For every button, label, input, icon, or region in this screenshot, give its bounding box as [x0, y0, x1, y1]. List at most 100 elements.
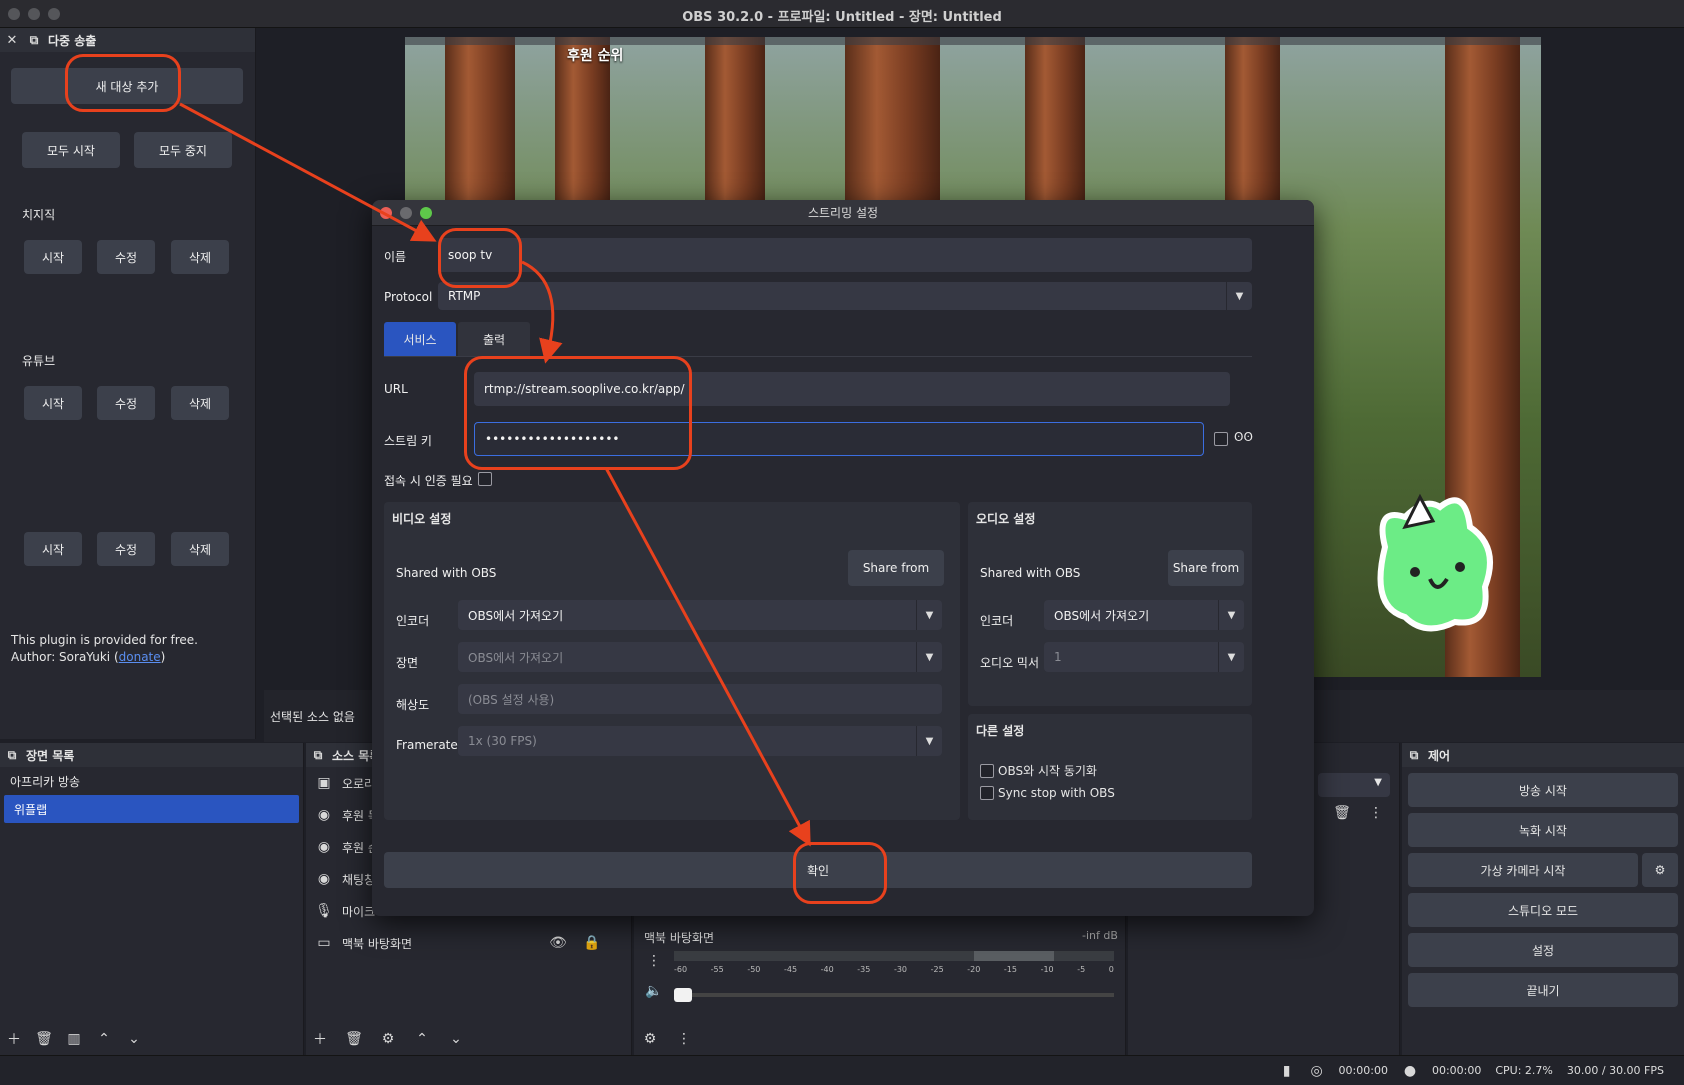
audio-encoder-select[interactable]: OBS에서 가져오기 ▼ [1044, 600, 1244, 630]
mixer-level: -inf dB [1082, 929, 1118, 942]
chevron-up-icon[interactable]: ⌃ [96, 1031, 112, 1047]
add-icon[interactable]: ＋ [312, 1031, 328, 1048]
trash-icon[interactable]: 🗑 [345, 1031, 363, 1047]
globe-icon: ◉ [317, 871, 331, 887]
sync-stop-checkbox[interactable] [980, 786, 994, 800]
transition-select[interactable]: ▼ [1318, 773, 1390, 797]
tab-service[interactable]: 서비스 [384, 322, 456, 356]
meter-tick-label: -35 [857, 965, 871, 974]
volume-slider[interactable] [674, 988, 1114, 1002]
add-icon[interactable]: ＋ [6, 1031, 22, 1048]
audio-shared-label: Shared with OBS [980, 566, 1081, 580]
volume-meter [674, 951, 1114, 961]
protocol-label: Protocol [384, 290, 433, 304]
source-item[interactable]: ▭ 맥북 바탕화면 👁 🔒 [306, 927, 631, 959]
dialog-titlebar: 스트리밍 설정 [372, 200, 1314, 226]
filter-icon[interactable]: ▥ [66, 1031, 82, 1047]
target-delete-button[interactable]: 삭제 [171, 386, 229, 420]
auth-required-label: 접속 시 인증 필요 [384, 474, 473, 488]
dialog-close-button[interactable] [380, 207, 392, 219]
studio-mode-button[interactable]: 스튜디오 모드 [1408, 893, 1678, 927]
sync-start-option[interactable]: OBS와 시작 동기화 [980, 762, 1097, 779]
tab-output[interactable]: 출력 [458, 322, 530, 356]
stop-all-button[interactable]: 모두 중지 [134, 132, 232, 168]
audio-share-from-button[interactable]: Share from [1168, 550, 1244, 586]
more-vert-icon[interactable]: ⋮ [1368, 805, 1384, 821]
target-start-button[interactable]: 시작 [24, 240, 82, 274]
show-key-checkbox[interactable] [1214, 432, 1228, 446]
video-settings-title: 비디오 설정 [392, 512, 452, 526]
video-scene-value: OBS에서 가져오기 [468, 650, 564, 665]
sync-stop-label: Sync stop with OBS [998, 786, 1115, 800]
target-edit-button[interactable]: 수정 [97, 240, 155, 274]
name-field[interactable]: soop tv [438, 238, 1252, 272]
sync-start-checkbox[interactable] [980, 763, 994, 778]
video-encoder-select[interactable]: OBS에서 가져오기 ▼ [458, 600, 942, 630]
speaker-muted-icon[interactable]: 🔈 [645, 983, 662, 999]
target-delete-button[interactable]: 삭제 [171, 532, 229, 566]
scene-item-selected[interactable]: 위플랩 [4, 795, 299, 823]
dialog-minimize-button[interactable] [400, 207, 412, 219]
trash-icon[interactable]: 🗑 [1333, 805, 1351, 821]
signal-bars-icon: ▮ [1282, 1062, 1291, 1079]
virtual-camera-settings-gear-icon[interactable]: ⚙ [1642, 853, 1678, 887]
captured-menubar [405, 37, 1541, 45]
dock-float-icon[interactable]: ⧉ [4, 747, 20, 763]
lock-icon[interactable]: 🔒 [583, 935, 600, 951]
exit-button[interactable]: 끝내기 [1408, 973, 1678, 1007]
more-vert-icon[interactable]: ⋮ [676, 1031, 692, 1047]
image-icon: ▣ [317, 775, 331, 791]
start-streaming-button[interactable]: 방송 시작 [1408, 773, 1678, 807]
audio-mixer-select[interactable]: 1 ▼ [1044, 642, 1244, 672]
close-icon[interactable]: ✕ [4, 32, 20, 48]
target-edit-button[interactable]: 수정 [97, 532, 155, 566]
more-vert-icon[interactable]: ⋮ [646, 953, 662, 969]
eye-icon[interactable]: ʘʘ [1234, 430, 1253, 444]
chevron-down-icon: ▼ [916, 726, 942, 756]
donate-link[interactable]: donate [119, 650, 161, 664]
gear-icon[interactable]: ⚙ [380, 1031, 396, 1047]
start-virtual-camera-button[interactable]: 가상 카메라 시작 [1408, 853, 1638, 887]
video-scene-select[interactable]: OBS에서 가져오기 ▼ [458, 642, 942, 672]
chevron-down-icon[interactable]: ⌄ [126, 1031, 142, 1047]
url-label: URL [384, 382, 408, 396]
audio-settings-panel: 오디오 설정 Shared with OBS Share from 인코더 OB… [968, 502, 1252, 706]
meter-tick-label: -10 [1040, 965, 1054, 974]
meter-tick-label: -45 [783, 965, 798, 974]
resolution-field[interactable]: (OBS 설정 사용) [458, 684, 942, 714]
framerate-value: 1x (30 FPS) [468, 734, 537, 748]
trash-icon[interactable]: 🗑 [35, 1031, 53, 1047]
protocol-select[interactable]: RTMP ▼ [438, 282, 1252, 310]
scene-item[interactable]: 아프리카 방송 [0, 767, 303, 795]
dialog-zoom-button[interactable] [420, 207, 432, 219]
monitor-icon: ▭ [317, 935, 331, 951]
window-titlebar: OBS 30.2.0 - 프로파일: Untitled - 장면: Untitl… [0, 0, 1684, 28]
meter-ticks: -60 -55 -50 -45 -40 -35 -30 -25 -20 -15 -10 -5 0 [674, 965, 1114, 977]
dialog-title: 스트리밍 설정 [807, 206, 879, 220]
auth-required-checkbox[interactable] [478, 472, 492, 486]
video-encoder-label: 인코더 [396, 614, 430, 628]
window-title: OBS 30.2.0 - 프로파일: Untitled - 장면: Untitl… [682, 10, 1002, 25]
target-start-button[interactable]: 시작 [24, 532, 82, 566]
chevron-down-icon[interactable]: ⌄ [448, 1031, 464, 1047]
dock-float-icon[interactable]: ⧉ [1406, 747, 1422, 763]
video-share-from-button[interactable]: Share from [848, 550, 944, 586]
settings-button[interactable]: 설정 [1408, 933, 1678, 967]
controls-title: 제어 [1428, 748, 1451, 763]
framerate-select[interactable]: 1x (30 FPS) ▼ [458, 726, 942, 756]
target-delete-button[interactable]: 삭제 [171, 240, 229, 274]
eye-icon[interactable]: 👁 [549, 935, 567, 951]
start-recording-button[interactable]: 녹화 시작 [1408, 813, 1678, 847]
advanced-audio-gear-icon[interactable]: ⚙ [642, 1031, 658, 1047]
meter-tick-label: -5 [1077, 965, 1086, 974]
sync-stop-option[interactable]: Sync stop with OBS [980, 786, 1115, 800]
target-start-button[interactable]: 시작 [24, 386, 82, 420]
chevron-up-icon[interactable]: ⌃ [414, 1031, 430, 1047]
dock-float-icon[interactable]: ⧉ [310, 747, 326, 763]
target-edit-button[interactable]: 수정 [97, 386, 155, 420]
dock-float-icon[interactable]: ⧉ [26, 32, 42, 48]
record-status-icon: ● [1403, 1062, 1417, 1079]
start-all-button[interactable]: 모두 시작 [22, 132, 120, 168]
other-settings-panel: 다른 설정 OBS와 시작 동기화 Sync stop with OBS [968, 714, 1252, 820]
chevron-down-icon: ▼ [1226, 282, 1252, 310]
